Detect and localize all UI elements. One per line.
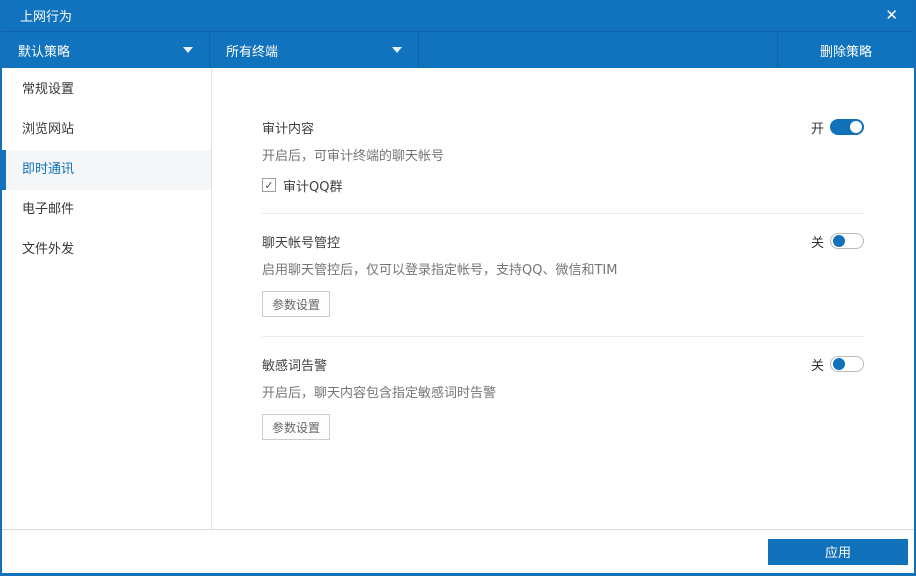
audit-content-toggle[interactable]	[830, 119, 864, 135]
section-header: 敏感词告警 关	[262, 355, 864, 374]
delete-policy-label: 删除策略	[819, 44, 872, 60]
section-divider	[262, 336, 864, 337]
policy-dropdown[interactable]: 默认策略	[2, 32, 210, 68]
checkbox-label: 审计QQ群	[283, 179, 343, 195]
toggle-group: 开	[811, 118, 864, 137]
section-title: 审计内容	[262, 121, 315, 137]
section-divider	[262, 213, 864, 214]
policy-header-bar: 默认策略 所有终端 删除策略	[2, 32, 914, 68]
toggle-state-label: 开	[810, 121, 824, 137]
section-header: 审计内容 开	[262, 118, 864, 137]
delete-policy-button[interactable]: 删除策略	[778, 32, 914, 68]
terminal-dropdown-value: 所有终端	[226, 44, 279, 60]
toggle-knob	[833, 358, 845, 370]
section-sensitive-word-alert: 敏感词告警 关 开启后，聊天内容包含指定敏感词时告警 参数设置	[262, 355, 864, 440]
content-panel: 审计内容 开 开启后，可审计终端的聊天帐号 ✓ 审计QQ群 聊天帐号管控 关 启…	[212, 68, 914, 529]
titlebar: 上网行为 ✕	[2, 0, 914, 32]
audit-qq-group-checkbox-row[interactable]: ✓ 审计QQ群	[262, 176, 864, 195]
chat-account-control-toggle[interactable]	[830, 233, 864, 249]
toggle-group: 关	[811, 355, 864, 374]
chevron-down-icon	[392, 47, 402, 53]
sidebar-item-file-outgoing[interactable]: 文件外发	[2, 230, 211, 270]
section-title: 敏感词告警	[262, 358, 328, 374]
window-title: 上网行为	[20, 10, 73, 25]
toggle-state-label: 关	[810, 235, 824, 251]
apply-button[interactable]: 应用	[768, 538, 908, 565]
terminal-dropdown[interactable]: 所有终端	[210, 32, 419, 68]
parameter-settings-button[interactable]: 参数设置	[262, 291, 330, 317]
sidebar-item-general-settings[interactable]: 常规设置	[2, 70, 211, 110]
section-chat-account-control: 聊天帐号管控 关 启用聊天管控后，仅可以登录指定帐号，支持QQ、微信和TIM 参…	[262, 232, 864, 317]
toggle-knob	[833, 235, 845, 247]
section-description: 开启后，聊天内容包含指定敏感词时告警	[262, 386, 497, 401]
section-title: 聊天帐号管控	[262, 235, 341, 251]
main-area: 常规设置 浏览网站 即时通讯 电子邮件 文件外发 审计内容 开 开启后，可审计终…	[2, 68, 914, 529]
sidebar-item-email[interactable]: 电子邮件	[2, 190, 211, 230]
internet-behavior-window: 上网行为 ✕ 默认策略 所有终端 删除策略 常规设置 浏览网站 即时通讯 电子邮…	[0, 0, 916, 576]
toggle-group: 关	[811, 232, 864, 251]
section-audit-content: 审计内容 开 开启后，可审计终端的聊天帐号 ✓ 审计QQ群	[262, 118, 864, 195]
header-spacer	[419, 32, 778, 68]
section-header: 聊天帐号管控 关	[262, 232, 864, 251]
footer-bar: 应用	[2, 529, 914, 573]
sensitive-word-alert-toggle[interactable]	[830, 356, 864, 372]
toggle-state-label: 关	[810, 358, 824, 374]
sidebar-item-instant-messaging[interactable]: 即时通讯	[2, 150, 211, 190]
section-description: 启用聊天管控后，仅可以登录指定帐号，支持QQ、微信和TIM	[262, 263, 618, 278]
section-description: 开启后，可审计终端的聊天帐号	[262, 149, 445, 164]
close-icon[interactable]: ✕	[885, 8, 898, 23]
checkbox-checked-icon[interactable]: ✓	[262, 178, 276, 192]
chevron-down-icon	[183, 47, 193, 53]
policy-dropdown-value: 默认策略	[18, 44, 71, 60]
parameter-settings-button[interactable]: 参数设置	[262, 414, 330, 440]
sidebar: 常规设置 浏览网站 即时通讯 电子邮件 文件外发	[2, 68, 212, 529]
sidebar-item-web-browsing[interactable]: 浏览网站	[2, 110, 211, 150]
toggle-knob	[850, 121, 862, 133]
